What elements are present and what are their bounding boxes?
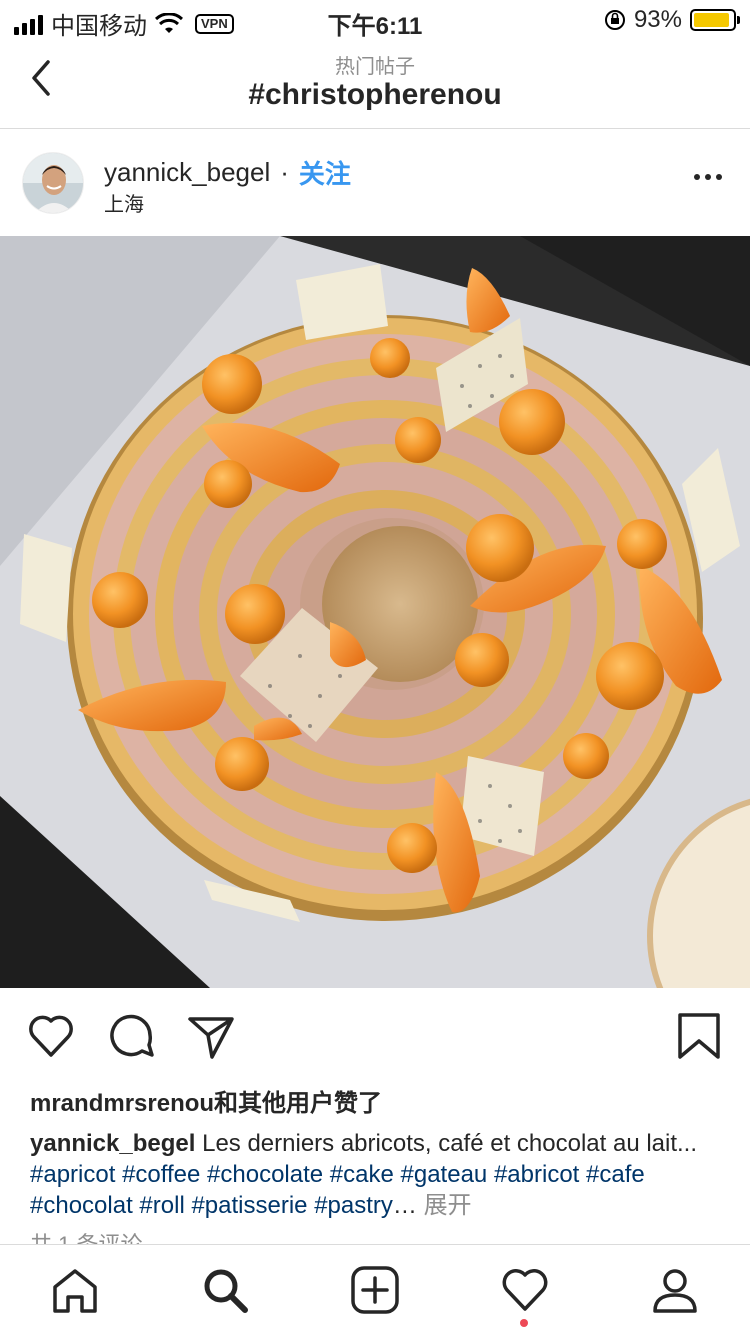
- cake-rings: [67, 315, 703, 921]
- hashtag-list: #apricot #coffee #chocolate #cake #gatea…: [30, 1161, 645, 1219]
- hashtag-link[interactable]: #cafe: [586, 1161, 645, 1188]
- expand-caption-button[interactable]: 展开: [424, 1192, 472, 1219]
- home-icon[interactable]: [50, 1265, 100, 1315]
- hashtag-link[interactable]: #roll: [139, 1192, 184, 1219]
- bookmark-icon[interactable]: [674, 1005, 724, 1065]
- hashtag-link[interactable]: #apricot: [30, 1161, 115, 1188]
- status-bar: 中国移动 VPN 下午6:11 93%: [0, 0, 750, 40]
- battery-icon: [690, 9, 740, 31]
- view-comments-link[interactable]: 共 1 条评论: [30, 1232, 142, 1244]
- more-dot-icon: [716, 174, 722, 180]
- more-options-button[interactable]: [694, 174, 722, 180]
- rotation-lock-icon: [604, 10, 625, 30]
- more-dot-icon: [705, 174, 711, 180]
- comment-icon[interactable]: [106, 1005, 156, 1065]
- like-heart-icon[interactable]: [26, 1005, 76, 1065]
- apricot-cake-photo: [0, 236, 750, 988]
- hashtag-link[interactable]: #gateau: [401, 1161, 488, 1188]
- share-direct-icon[interactable]: [186, 1005, 236, 1065]
- battery-percent: 93%: [633, 6, 682, 33]
- hashtag-link[interactable]: #chocolat: [30, 1192, 133, 1219]
- hashtag-link[interactable]: #chocolate: [207, 1161, 323, 1188]
- separator-dot: ·: [280, 157, 289, 187]
- hashtag-link[interactable]: #patisserie: [191, 1192, 307, 1219]
- post-caption: yannick_begel Les derniers abricots, caf…: [30, 1128, 726, 1221]
- likes-summary[interactable]: mrandmrsrenou和其他用户赞了: [30, 1083, 382, 1118]
- post-username[interactable]: yannick_begel: [104, 157, 270, 188]
- new-post-icon[interactable]: [350, 1265, 400, 1315]
- post-actions: [0, 1005, 750, 1069]
- bottom-tab-bar: [0, 1244, 750, 1334]
- caption-ellipsis: …: [392, 1192, 417, 1219]
- notification-dot: [520, 1319, 528, 1327]
- avatar[interactable]: [22, 152, 84, 214]
- post-location[interactable]: 上海: [104, 188, 144, 217]
- follow-button[interactable]: 关注: [299, 154, 351, 191]
- hashtag-link[interactable]: #abricot: [494, 1161, 579, 1188]
- post-header: yannick_begel · 关注 上海: [0, 130, 750, 236]
- battery-fill: [694, 13, 730, 27]
- header-subtitle: 热门帖子: [335, 56, 415, 78]
- navigation-header: 热门帖子 #christopherenou: [0, 40, 750, 129]
- hashtag-link[interactable]: #cake: [330, 1161, 394, 1188]
- more-dot-icon: [694, 174, 700, 180]
- activity-heart-icon[interactable]: [500, 1265, 550, 1315]
- post-image[interactable]: [0, 236, 750, 988]
- hashtag-link[interactable]: #pastry: [314, 1192, 393, 1219]
- search-icon[interactable]: [200, 1265, 250, 1315]
- profile-icon[interactable]: [650, 1265, 700, 1315]
- caption-text: Les derniers abricots, café et chocolat …: [195, 1130, 698, 1157]
- hashtag-link[interactable]: #coffee: [122, 1161, 200, 1188]
- caption-username[interactable]: yannick_begel: [30, 1130, 195, 1157]
- page-title: #christopherenou: [248, 78, 502, 111]
